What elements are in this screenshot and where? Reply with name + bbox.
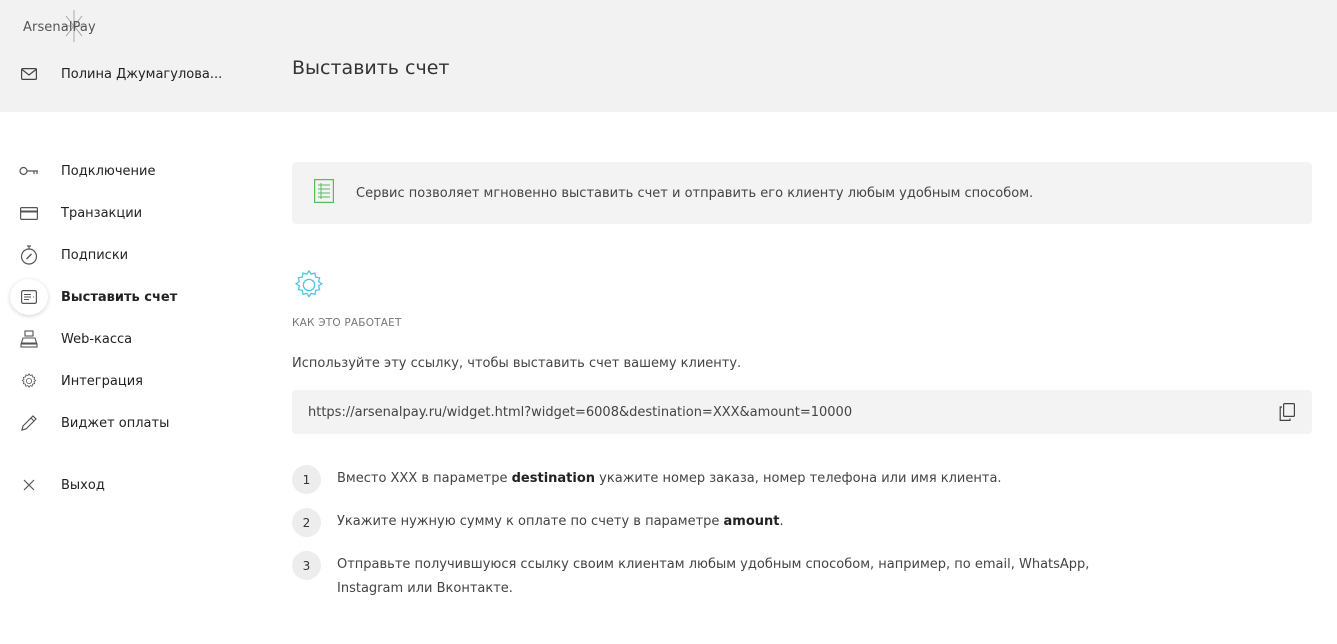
sidebar-item-transactions[interactable]: Транзакции bbox=[10, 195, 250, 231]
sidebar-item-payment-widget[interactable]: Виджет оплаты bbox=[10, 405, 250, 441]
document-icon bbox=[292, 179, 334, 207]
intro-text: Используйте эту ссылку, чтобы выставить … bbox=[292, 356, 742, 371]
logo[interactable]: ArsenalPay bbox=[23, 8, 133, 48]
copy-icon bbox=[1279, 403, 1295, 421]
step-text: Вместо XXX в параметре destination укажи… bbox=[337, 471, 1002, 486]
sidebar-item-web-kassa[interactable]: Web-касса bbox=[10, 321, 250, 357]
key-icon bbox=[10, 153, 48, 189]
invoice-link-field[interactable]: https://arsenalpay.ru/widget.html?widget… bbox=[292, 390, 1312, 434]
sidebar-item-label: Выставить счет bbox=[61, 289, 178, 305]
sidebar-item-label: Подключение bbox=[61, 163, 156, 179]
top-header: ArsenalPay Полина Джумагулова... Выстави… bbox=[0, 0, 1337, 112]
user-profile[interactable]: Полина Джумагулова... bbox=[18, 64, 222, 84]
close-icon bbox=[10, 467, 48, 503]
page-title: Выставить счет bbox=[292, 57, 450, 79]
step-item: 3 Отправьте получившуюся ссылку своим кл… bbox=[292, 551, 1117, 601]
copy-button[interactable] bbox=[1276, 401, 1298, 423]
step-text: Отправьте получившуюся ссылку своим клие… bbox=[337, 557, 1090, 596]
pencil-icon bbox=[10, 405, 48, 441]
sidebar-item-label: Виджет оплаты bbox=[61, 415, 170, 431]
step-item: 1 Вместо XXX в параметре destination ука… bbox=[292, 465, 1117, 494]
sidebar-item-label: Подписки bbox=[61, 247, 129, 263]
sidebar-item-integration[interactable]: Интеграция bbox=[10, 363, 250, 399]
sidebar-item-label: Транзакции bbox=[61, 205, 143, 221]
sidebar-item-label: Интеграция bbox=[61, 373, 143, 389]
logo-text: ArsenalPay bbox=[23, 20, 96, 35]
step-number: 3 bbox=[292, 551, 321, 580]
invoice-link-text[interactable]: https://arsenalpay.ru/widget.html?widget… bbox=[308, 405, 1276, 420]
envelope-icon bbox=[18, 68, 40, 80]
sidebar-item-label: Выход bbox=[61, 477, 105, 493]
sidebar-item-connection[interactable]: Подключение bbox=[10, 153, 250, 189]
stopwatch-icon bbox=[10, 237, 48, 273]
sidebar-item-label: Web-касса bbox=[61, 331, 133, 347]
user-name: Полина Джумагулова... bbox=[61, 66, 223, 82]
cash-register-icon bbox=[10, 321, 48, 357]
sidebar-item-logout[interactable]: Выход bbox=[10, 467, 250, 503]
gear-icon bbox=[294, 269, 324, 298]
sidebar-item-subscriptions[interactable]: Подписки bbox=[10, 237, 250, 273]
gear-icon bbox=[10, 363, 48, 399]
sidebar-item-invoice[interactable]: Выставить счет bbox=[10, 279, 250, 315]
info-banner: Сервис позволяет мгновенно выставить сче… bbox=[292, 162, 1312, 224]
info-text: Сервис позволяет мгновенно выставить сче… bbox=[356, 185, 1034, 201]
step-item: 2 Укажите нужную сумму к оплате по счету… bbox=[292, 508, 1117, 537]
card-icon bbox=[10, 195, 48, 231]
section-caption: КАК ЭТО РАБОТАЕТ bbox=[292, 317, 402, 329]
invoice-icon bbox=[10, 279, 48, 315]
step-number: 2 bbox=[292, 508, 321, 537]
step-number: 1 bbox=[292, 465, 321, 494]
step-text: Укажите нужную сумму к оплате по счету в… bbox=[337, 514, 784, 529]
